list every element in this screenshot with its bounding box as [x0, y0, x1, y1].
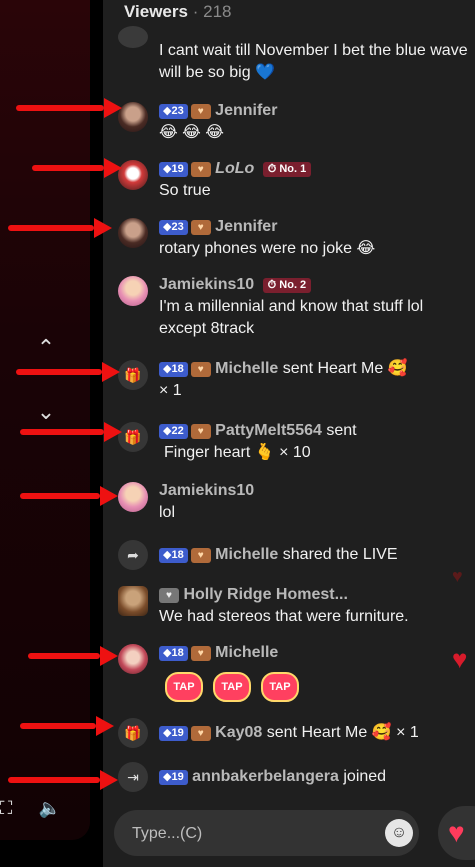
viewers-title: Viewers	[124, 2, 188, 21]
username[interactable]: Michelle	[215, 644, 278, 661]
level-badge: ◆18	[159, 548, 188, 563]
level-badge: ◆18	[159, 362, 188, 377]
fan-badge-icon: ♥	[190, 362, 211, 377]
avatar[interactable]	[118, 160, 148, 190]
tap-sticker: TAP	[213, 672, 251, 702]
gift-count: × 1	[159, 382, 182, 399]
username[interactable]: Michelle	[215, 546, 278, 563]
avatar[interactable]	[118, 102, 148, 132]
level-value: 22	[171, 425, 184, 437]
viewers-header[interactable]: Viewers · 218	[124, 2, 231, 22]
avatar[interactable]	[118, 218, 148, 248]
viewers-count: 218	[203, 2, 232, 21]
message-text: I'm a millennial and know that stuff lol…	[159, 298, 424, 337]
level-badge: ◆23	[159, 104, 188, 119]
message-text: 😂 😂 😂	[159, 124, 224, 141]
gift-icon: 🎁	[118, 718, 148, 748]
level-value: 19	[171, 727, 184, 739]
fan-badge-icon: ♥	[190, 646, 211, 661]
gift-icon: 🎁	[118, 422, 148, 452]
chat-input-bar: ☺	[114, 810, 419, 858]
floating-heart-icon: ♥	[452, 644, 468, 674]
avatar[interactable]	[118, 644, 148, 674]
username[interactable]: Jennifer	[215, 102, 277, 119]
level-badge: ◆18	[159, 646, 188, 661]
fan-badge-icon: ♥	[190, 104, 211, 119]
username[interactable]: PattyMelt5564	[215, 422, 322, 439]
tap-sticker: TAP	[165, 672, 203, 702]
username[interactable]: annbakerbelangera	[192, 768, 339, 785]
message-text: shared the LIVE	[282, 546, 398, 563]
next-chevron-down-icon[interactable]: ⌄	[32, 398, 60, 426]
avatar[interactable]	[118, 586, 148, 616]
level-value: 18	[171, 363, 184, 375]
share-icon: ➦	[118, 540, 148, 570]
rank-badge: ⏱ No. 1	[262, 162, 312, 177]
level-value: 23	[171, 105, 184, 117]
tap-sticker: TAP	[261, 672, 299, 702]
username[interactable]: Jamiekins10	[159, 482, 254, 499]
fan-badge-icon: ♥	[190, 424, 211, 439]
message-text: lol	[159, 504, 176, 521]
username[interactable]: Kay08	[215, 724, 262, 741]
volume-icon[interactable]: 🔈	[36, 794, 64, 822]
floating-heart-icon: ♥	[452, 566, 463, 586]
chat-input[interactable]	[130, 810, 374, 858]
rank-value: No. 2	[279, 279, 307, 291]
level-value: 19	[171, 771, 184, 783]
fan-badge-icon: ♥	[159, 588, 179, 603]
username[interactable]: LoLo	[215, 160, 254, 177]
fan-badge-icon: ♥	[190, 726, 211, 741]
level-badge: ◆19	[159, 770, 188, 785]
previous-chevron-up-icon[interactable]: ⌃	[32, 334, 60, 362]
rank-badge: ⏱ No. 2	[262, 278, 312, 293]
message-text: So true	[159, 182, 211, 199]
heart-icon: ♥	[448, 817, 465, 848]
message-text: sent	[326, 422, 357, 439]
avatar[interactable]	[118, 482, 148, 512]
viewers-separator: ·	[192, 2, 199, 21]
gift-detail: Finger heart 🫰 × 10	[164, 444, 311, 461]
level-value: 18	[171, 647, 184, 659]
username[interactable]: Holly Ridge Homest...	[183, 586, 347, 603]
join-icon: ⇥	[118, 762, 148, 792]
fan-badge-icon: ♥	[190, 162, 211, 177]
emoji-icon[interactable]: ☺	[385, 819, 413, 847]
fan-badge-icon: ♥	[190, 548, 211, 563]
username[interactable]: Jennifer	[215, 218, 277, 235]
message-text: sent Heart Me 🥰	[282, 360, 408, 377]
level-badge: ◆19	[159, 726, 188, 741]
level-badge: ◆19	[159, 162, 188, 177]
level-badge: ◆22	[159, 424, 188, 439]
fullscreen-icon[interactable]: ⛶	[0, 794, 20, 822]
level-value: 19	[171, 163, 184, 175]
level-value: 18	[171, 549, 184, 561]
fan-badge-icon: ♥	[190, 220, 211, 235]
message-text: I cant wait till November I bet the blue…	[159, 42, 468, 81]
username[interactable]: Michelle	[215, 360, 278, 377]
avatar[interactable]	[118, 276, 148, 306]
level-value: 23	[171, 221, 184, 233]
message-text: rotary phones were no joke 😂	[159, 240, 376, 257]
message-text: sent Heart Me 🥰 × 1	[266, 724, 419, 741]
avatar[interactable]	[118, 26, 148, 48]
rank-value: No. 1	[279, 163, 307, 175]
username[interactable]: Jamiekins10	[159, 276, 254, 293]
level-badge: ◆23	[159, 220, 188, 235]
message-text: joined	[343, 768, 387, 785]
gift-icon: 🎁	[118, 360, 148, 390]
message-text: We had stereos that were furniture.	[159, 608, 409, 625]
